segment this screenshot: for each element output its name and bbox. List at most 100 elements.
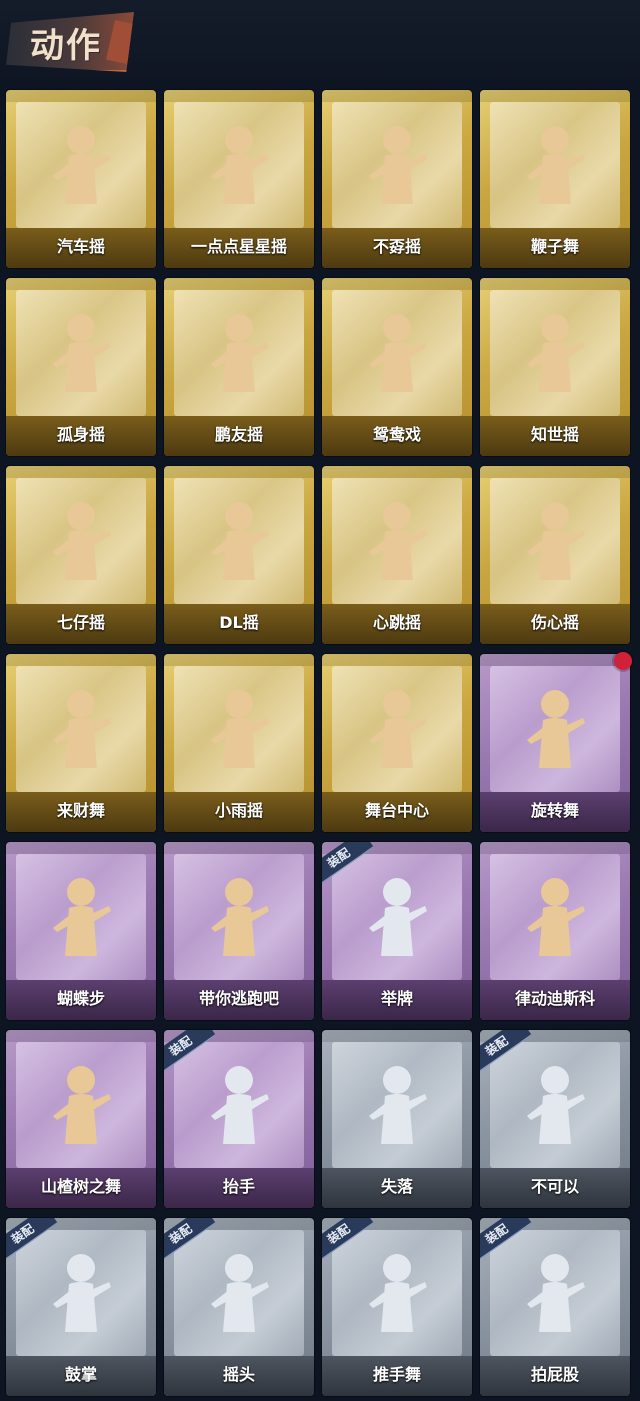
- emote-name: 失落: [380, 1177, 413, 1196]
- emote-card[interactable]: 心跳摇: [322, 466, 472, 644]
- emote-card[interactable]: 鞭子舞: [480, 90, 630, 268]
- dancer-figure-icon: [53, 690, 111, 768]
- emote-card[interactable]: 律动迪斯科: [480, 842, 630, 1020]
- emote-name: 鹏友摇: [214, 425, 263, 444]
- emote-card[interactable]: 舞台中心: [322, 654, 472, 832]
- emote-name: 七仔摇: [56, 613, 105, 632]
- emote-card[interactable]: 摇头 装配: [164, 1218, 314, 1396]
- emote-card[interactable]: 知世摇: [480, 278, 630, 456]
- dancer-figure-icon: [369, 1066, 427, 1144]
- emote-card[interactable]: 带你逃跑吧: [164, 842, 314, 1020]
- card-scroll-top: [164, 278, 314, 290]
- dancer-figure-icon: [527, 690, 585, 768]
- emote-name: 旋转舞: [530, 801, 579, 820]
- dancer-figure-icon: [369, 1254, 427, 1332]
- emote-card[interactable]: 伤心摇: [480, 466, 630, 644]
- emote-card[interactable]: 旋转舞: [480, 654, 630, 832]
- emote-name: 蝴蝶步: [56, 989, 105, 1008]
- dancer-figure-icon: [369, 126, 427, 204]
- card-scroll-top: [480, 90, 630, 102]
- emote-card[interactable]: 鼓掌 装配: [6, 1218, 156, 1396]
- dancer-figure-icon: [527, 314, 585, 392]
- dancer-figure-icon: [369, 878, 427, 956]
- emote-name: 舞台中心: [364, 801, 429, 820]
- emote-card[interactable]: 抬手 装配: [164, 1030, 314, 1208]
- dancer-figure-icon: [527, 502, 585, 580]
- dancer-figure-icon: [53, 1066, 111, 1144]
- emote-name: 推手舞: [372, 1365, 421, 1384]
- emote-name: 摇头: [222, 1365, 255, 1384]
- emote-card[interactable]: 蝴蝶步: [6, 842, 156, 1020]
- card-scroll-top: [322, 90, 472, 102]
- dancer-figure-icon: [53, 502, 111, 580]
- emote-name: 举牌: [380, 989, 413, 1008]
- dancer-figure-icon: [211, 878, 269, 956]
- dancer-figure-icon: [53, 314, 111, 392]
- emote-name: 不可以: [530, 1177, 579, 1196]
- emote-card[interactable]: 汽车摇: [6, 90, 156, 268]
- card-scroll-top: [6, 654, 156, 666]
- card-scroll-top: [480, 278, 630, 290]
- dancer-figure-icon: [369, 690, 427, 768]
- emote-card[interactable]: 推手舞 装配: [322, 1218, 472, 1396]
- dancer-figure-icon: [211, 126, 269, 204]
- emote-card[interactable]: 鹏友摇: [164, 278, 314, 456]
- card-scroll-top: [6, 90, 156, 102]
- emote-name: 不孬摇: [372, 237, 421, 256]
- emote-name: 鼓掌: [64, 1365, 97, 1384]
- page-title: 动作: [30, 26, 102, 66]
- emote-card[interactable]: 不可以 装配: [480, 1030, 630, 1208]
- dancer-figure-icon: [211, 1254, 269, 1332]
- emote-card[interactable]: 拍屁股 装配: [480, 1218, 630, 1396]
- card-scroll-top: [322, 1030, 472, 1042]
- dancer-figure-icon: [211, 314, 269, 392]
- emote-card[interactable]: 鸳鸯戏: [322, 278, 472, 456]
- emote-name: 来财舞: [56, 801, 105, 820]
- card-scroll-top: [322, 466, 472, 478]
- dancer-figure-icon: [53, 878, 111, 956]
- emote-card[interactable]: 来财舞: [6, 654, 156, 832]
- emote-card[interactable]: 一点点星星摇: [164, 90, 314, 268]
- dancer-figure-icon: [527, 878, 585, 956]
- card-scroll-top: [322, 654, 472, 666]
- emote-name: 鞭子舞: [530, 237, 579, 256]
- dancer-figure-icon: [369, 502, 427, 580]
- emote-name: 律动迪斯科: [514, 989, 595, 1008]
- emote-card[interactable]: 孤身摇: [6, 278, 156, 456]
- card-scroll-top: [164, 90, 314, 102]
- emote-card[interactable]: DL摇: [164, 466, 314, 644]
- emote-name: 伤心摇: [530, 613, 579, 632]
- dancer-figure-icon: [369, 314, 427, 392]
- card-scroll-top: [6, 278, 156, 290]
- card-scroll-top: [164, 466, 314, 478]
- dancer-figure-icon: [527, 1066, 585, 1144]
- dancer-figure-icon: [53, 1254, 111, 1332]
- emote-name: 孤身摇: [56, 425, 105, 444]
- card-scroll-top: [6, 842, 156, 854]
- emote-name: 知世摇: [530, 425, 579, 444]
- emote-name: 山楂树之舞: [40, 1177, 121, 1196]
- emote-name: 一点点星星摇: [190, 237, 287, 256]
- emote-name: 汽车摇: [56, 237, 105, 256]
- card-scroll-top: [480, 466, 630, 478]
- emote-name: 抬手: [222, 1177, 255, 1196]
- new-indicator-dot: [614, 652, 632, 670]
- dancer-figure-icon: [211, 1066, 269, 1144]
- emote-card[interactable]: 山楂树之舞: [6, 1030, 156, 1208]
- emote-card[interactable]: 小雨摇: [164, 654, 314, 832]
- dancer-figure-icon: [211, 690, 269, 768]
- emote-name: 心跳摇: [372, 613, 421, 632]
- emote-name: 带你逃跑吧: [198, 989, 279, 1008]
- emote-card[interactable]: 不孬摇: [322, 90, 472, 268]
- card-scroll-top: [6, 466, 156, 478]
- emote-card[interactable]: 举牌 装配: [322, 842, 472, 1020]
- emote-name: 小雨摇: [214, 801, 263, 820]
- emote-card[interactable]: 七仔摇: [6, 466, 156, 644]
- dancer-figure-icon: [527, 1254, 585, 1332]
- card-scroll-top: [6, 1030, 156, 1042]
- header-bar: 动作: [0, 0, 640, 80]
- emote-card[interactable]: 失落: [322, 1030, 472, 1208]
- card-scroll-top: [164, 842, 314, 854]
- card-scroll-top: [164, 654, 314, 666]
- card-scroll-top: [480, 654, 630, 666]
